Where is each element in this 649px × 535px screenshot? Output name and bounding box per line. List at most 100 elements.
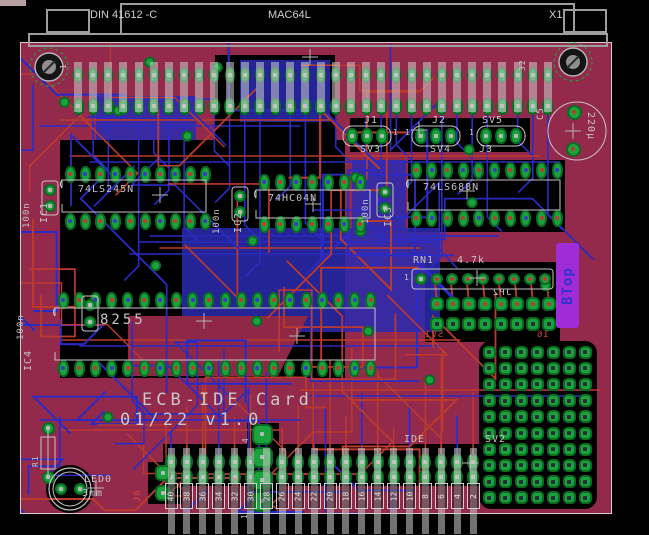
ic3-ref: IC3 [383, 206, 394, 227]
pad [526, 317, 540, 331]
drill-hole [555, 168, 559, 172]
din-pin1-label: 1 [59, 63, 68, 69]
ide-ref-label: SV2 [485, 434, 506, 445]
drill-hole [567, 480, 571, 484]
ic3-value: 74LS688N [423, 182, 479, 193]
drill-hole [567, 415, 571, 419]
drill-hole [461, 216, 465, 220]
din-connector-body[interactable] [120, 3, 575, 34]
pad [579, 394, 592, 407]
pad [563, 362, 576, 375]
drill-hole [288, 366, 292, 370]
drill-hole [567, 463, 571, 467]
drill-hole [173, 219, 177, 223]
drill-hole [59, 487, 63, 491]
drill-hole [567, 399, 571, 403]
drill-hole [262, 222, 266, 226]
pad [74, 292, 85, 309]
drill-hole [555, 216, 559, 220]
pad [547, 410, 560, 423]
pad [106, 292, 117, 309]
drill-hole [535, 463, 539, 467]
ide-pin-number: 24 [292, 483, 305, 509]
pad [426, 162, 437, 179]
ide-pin-number: 28 [260, 483, 273, 509]
drill-hole [113, 172, 117, 176]
pad [547, 378, 560, 391]
pad [291, 174, 302, 191]
pad [252, 360, 263, 377]
btop-label-plate[interactable]: BTop [556, 243, 579, 328]
pad [499, 346, 512, 359]
din-pin-metal [135, 62, 143, 112]
drill-hole [46, 426, 50, 430]
pad [259, 216, 270, 233]
pad [379, 186, 391, 198]
drill-hole [320, 366, 324, 370]
pad [462, 317, 476, 331]
rn1-value: 4.7k [457, 255, 485, 266]
c4-value: 100n [16, 314, 26, 340]
pad [415, 128, 427, 144]
drill-hole [543, 277, 547, 281]
drill-hole [583, 350, 587, 354]
drill-hole [188, 219, 192, 223]
pad [563, 378, 576, 391]
din-pin-metal [241, 62, 249, 112]
drill-hole [223, 298, 227, 302]
ide-pin-number-text: 40 [166, 491, 175, 501]
pad [515, 475, 528, 488]
drill-hole [320, 298, 324, 302]
drill-hole [540, 168, 544, 172]
pad [446, 273, 458, 285]
pad [95, 213, 106, 230]
drill-hole [535, 496, 539, 500]
pad [365, 292, 376, 309]
drill-hole [487, 496, 491, 500]
drill-hole [142, 298, 146, 302]
pad [579, 346, 592, 359]
drill-hole [551, 480, 555, 484]
pad [531, 443, 544, 456]
drill-hole [528, 277, 532, 281]
drill-hole [174, 366, 178, 370]
ide-pin-number: 34 [212, 483, 225, 509]
drill-hole [535, 447, 539, 451]
drill-hole [239, 366, 243, 370]
drill-hole [369, 298, 373, 302]
drill-hole [207, 298, 211, 302]
ide-pin-number-text: 34 [214, 491, 223, 501]
drill-hole [551, 415, 555, 419]
eda-board-canvas[interactable]: DIN 41612 -C MAC64L X1 1 32 74LS245N IC1… [0, 0, 649, 535]
drill-hole [48, 188, 52, 192]
drill-hole [203, 172, 207, 176]
ic1-ref: IC1 [39, 202, 50, 223]
pad [531, 362, 544, 375]
drill-hole [304, 366, 308, 370]
pad [520, 210, 531, 227]
drill-hole [158, 172, 162, 176]
drill-hole [419, 277, 423, 281]
j3-label: J3 [479, 144, 493, 155]
j4-pin-top: 4 [241, 437, 250, 443]
pad [547, 491, 560, 504]
drill-hole [262, 180, 266, 184]
pad [579, 475, 592, 488]
drill-hole [583, 496, 587, 500]
pad [446, 297, 460, 311]
pad [110, 213, 121, 230]
drill-hole [110, 298, 114, 302]
pad [106, 360, 117, 377]
drill-hole [188, 172, 192, 176]
drill-hole [83, 219, 87, 223]
pad [84, 299, 96, 311]
drill-hole [278, 222, 282, 226]
drill-hole [540, 216, 544, 220]
drill-hole [551, 447, 555, 451]
pad [301, 292, 312, 309]
drill-hole [126, 298, 130, 302]
drill-hole [493, 168, 497, 172]
drill-hole [535, 350, 539, 354]
drill-hole [499, 302, 503, 306]
drill-hole [499, 322, 503, 326]
